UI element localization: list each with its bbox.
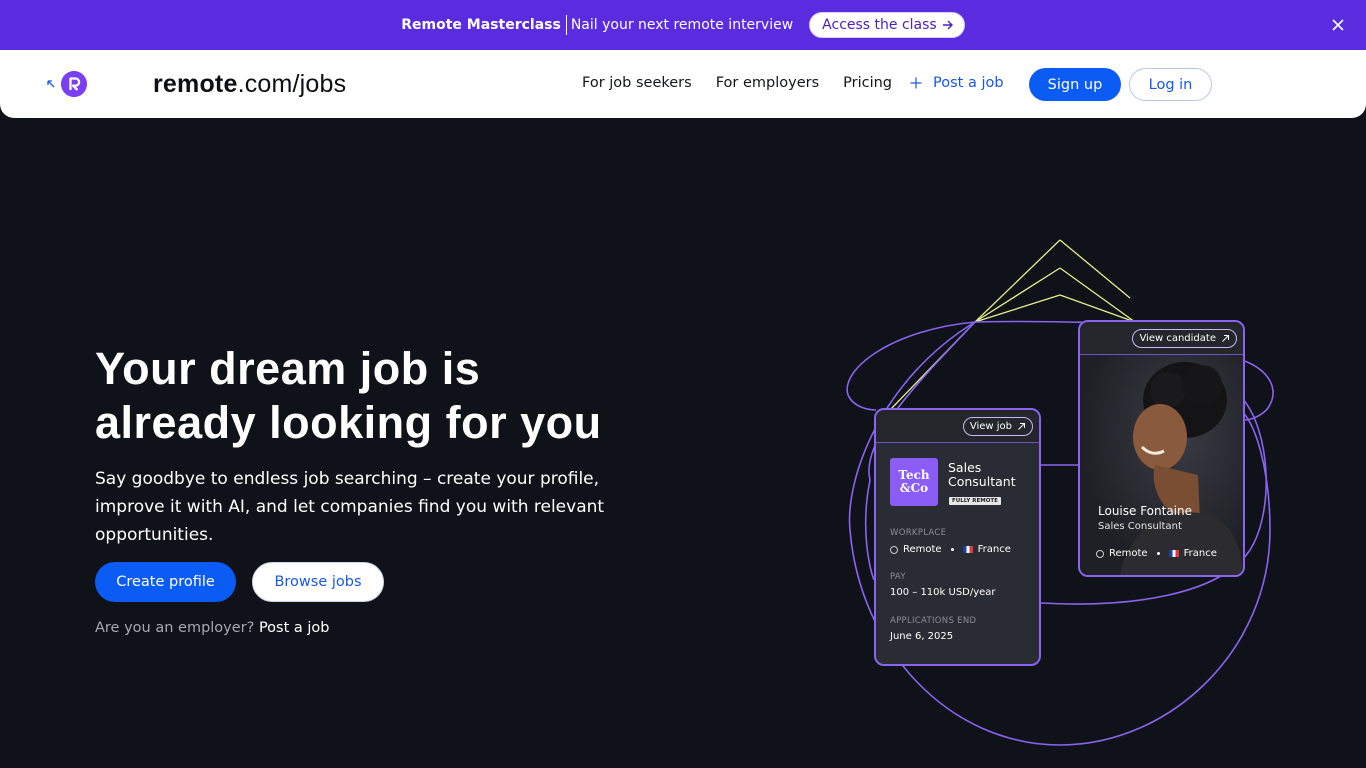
candidate-country: France xyxy=(1183,548,1217,559)
applications-end-value: June 6, 2025 xyxy=(890,631,954,642)
announcement-text: Nail your next remote interview xyxy=(570,17,794,33)
candidate-location: Remote France xyxy=(1096,548,1217,559)
candidate-portrait-illustration xyxy=(1120,362,1243,575)
candidate-name: Louise Fontaine xyxy=(1098,504,1193,518)
brand-rest: .com/jobs xyxy=(237,70,347,98)
arrow-up-right-icon xyxy=(1222,335,1229,342)
nav-link-pricing[interactable]: Pricing xyxy=(843,75,892,91)
view-job-label: View job xyxy=(969,421,1012,432)
announcement-divider xyxy=(565,15,567,35)
job-title-line2: Consultant xyxy=(948,474,1016,489)
brand-wordmark[interactable]: remote.com/jobs xyxy=(153,70,346,99)
view-job-button[interactable]: View job xyxy=(962,417,1033,436)
access-class-label: Access the class xyxy=(822,17,937,33)
remote-logo-icon[interactable] xyxy=(61,71,87,97)
clock-icon xyxy=(890,545,898,554)
separator-dot xyxy=(1156,552,1160,555)
hero-subtitle: Say goodbye to endless job searching – c… xyxy=(95,469,605,545)
clock-icon xyxy=(1096,549,1104,558)
job-card[interactable]: View job Tech &Co Sales Consultant FULLY… xyxy=(874,408,1041,666)
fully-remote-badge: FULLY REMOTE xyxy=(949,497,1001,505)
arrow-right-icon xyxy=(942,20,953,30)
employer-post-job-link[interactable]: Post a job xyxy=(259,620,330,636)
hero-title-line1: Your dream job is xyxy=(95,343,481,394)
announcement-bar: Remote Masterclass Nail your next remote… xyxy=(0,0,1366,50)
main-nav: remote.com/jobs For job seekers For empl… xyxy=(0,50,1366,118)
candidate-location-type: Remote xyxy=(1109,548,1148,559)
plus-icon xyxy=(910,77,922,89)
company-logo: Tech &Co xyxy=(890,458,938,506)
access-class-button[interactable]: Access the class xyxy=(809,12,965,38)
job-title: Sales Consultant xyxy=(948,461,1038,489)
employer-question: Are you an employer? xyxy=(95,620,255,636)
brand-bold: remote xyxy=(153,70,238,98)
company-name-line2: &Co xyxy=(899,481,929,495)
view-candidate-label: View candidate xyxy=(1139,333,1216,344)
employer-prompt: Are you an employer? Post a job xyxy=(95,620,330,636)
nav-link-job-seekers[interactable]: For job seekers xyxy=(582,75,692,91)
post-job-label: Post a job xyxy=(933,75,1004,91)
candidate-card[interactable]: View candidate Louise Fontaine Sales Con… xyxy=(1078,320,1245,577)
separator-dot xyxy=(950,548,954,551)
pay-value: 100 – 110k USD/year xyxy=(890,587,996,598)
post-job-button[interactable]: Post a job xyxy=(910,75,1004,91)
nav-link-employers[interactable]: For employers xyxy=(716,75,819,91)
applications-end-label: APPLICATIONS END xyxy=(890,616,977,626)
view-candidate-button[interactable]: View candidate xyxy=(1132,329,1237,348)
close-icon[interactable] xyxy=(1328,15,1348,35)
browse-jobs-button[interactable]: Browse jobs xyxy=(252,562,384,602)
workplace-country: France xyxy=(977,544,1011,555)
nav-links: For job seekers For employers Pricing xyxy=(582,75,892,91)
job-title-line1: Sales xyxy=(948,460,982,475)
log-in-button[interactable]: Log in xyxy=(1129,68,1212,101)
hero-title: Your dream job is already looking for yo… xyxy=(95,342,695,450)
create-profile-button[interactable]: Create profile xyxy=(95,562,236,602)
pay-label: PAY xyxy=(890,572,906,582)
arrow-up-right-icon xyxy=(1018,423,1025,430)
arrow-up-left-icon[interactable] xyxy=(46,79,56,89)
workplace-value: Remote France xyxy=(890,544,1011,555)
workplace-type: Remote xyxy=(903,544,942,555)
france-flag-icon xyxy=(962,546,973,553)
candidate-card-header: View candidate xyxy=(1080,322,1243,355)
hero-title-line2: already looking for you xyxy=(95,397,602,448)
workplace-label: WORKPLACE xyxy=(890,528,947,538)
candidate-role: Sales Consultant xyxy=(1098,521,1182,532)
company-name-line1: Tech xyxy=(898,468,930,482)
france-flag-icon xyxy=(1168,550,1179,557)
job-card-header: View job xyxy=(876,410,1039,443)
candidate-photo xyxy=(1080,355,1243,575)
announcement-title: Remote Masterclass xyxy=(401,17,561,33)
sign-up-button[interactable]: Sign up xyxy=(1029,68,1121,101)
